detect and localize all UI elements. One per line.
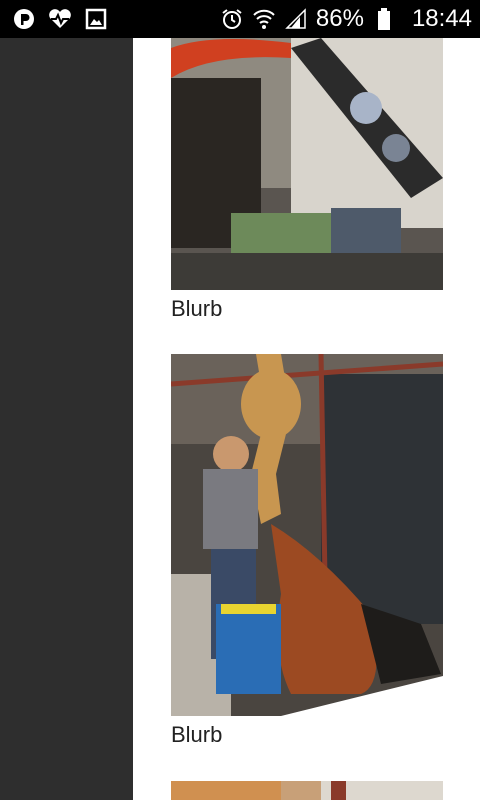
gallery-item[interactable]: Blurb (171, 354, 443, 748)
clock: 18:44 (411, 5, 472, 32)
giraffe-photo[interactable] (171, 354, 443, 716)
robot-arm-photo[interactable] (171, 38, 443, 290)
status-bar: 86% 18:44 (0, 0, 480, 38)
signal-icon (284, 7, 308, 31)
sidebar (0, 38, 133, 800)
gallery-item[interactable]: Blurb (171, 38, 443, 322)
wifi-icon (252, 7, 276, 31)
gallery-item[interactable] (171, 781, 443, 800)
item-caption: Blurb (171, 722, 223, 747)
gallery-content[interactable]: Blurb Blurb (133, 38, 480, 800)
giraffe-partial-photo[interactable] (171, 781, 443, 800)
battery-icon (372, 7, 396, 31)
battery-percentage: 86% (315, 5, 364, 32)
image-icon (84, 7, 108, 31)
heart-rate-icon (48, 7, 72, 31)
p-app-icon (12, 7, 36, 31)
item-caption: Blurb (171, 296, 223, 321)
alarm-icon (220, 7, 244, 31)
